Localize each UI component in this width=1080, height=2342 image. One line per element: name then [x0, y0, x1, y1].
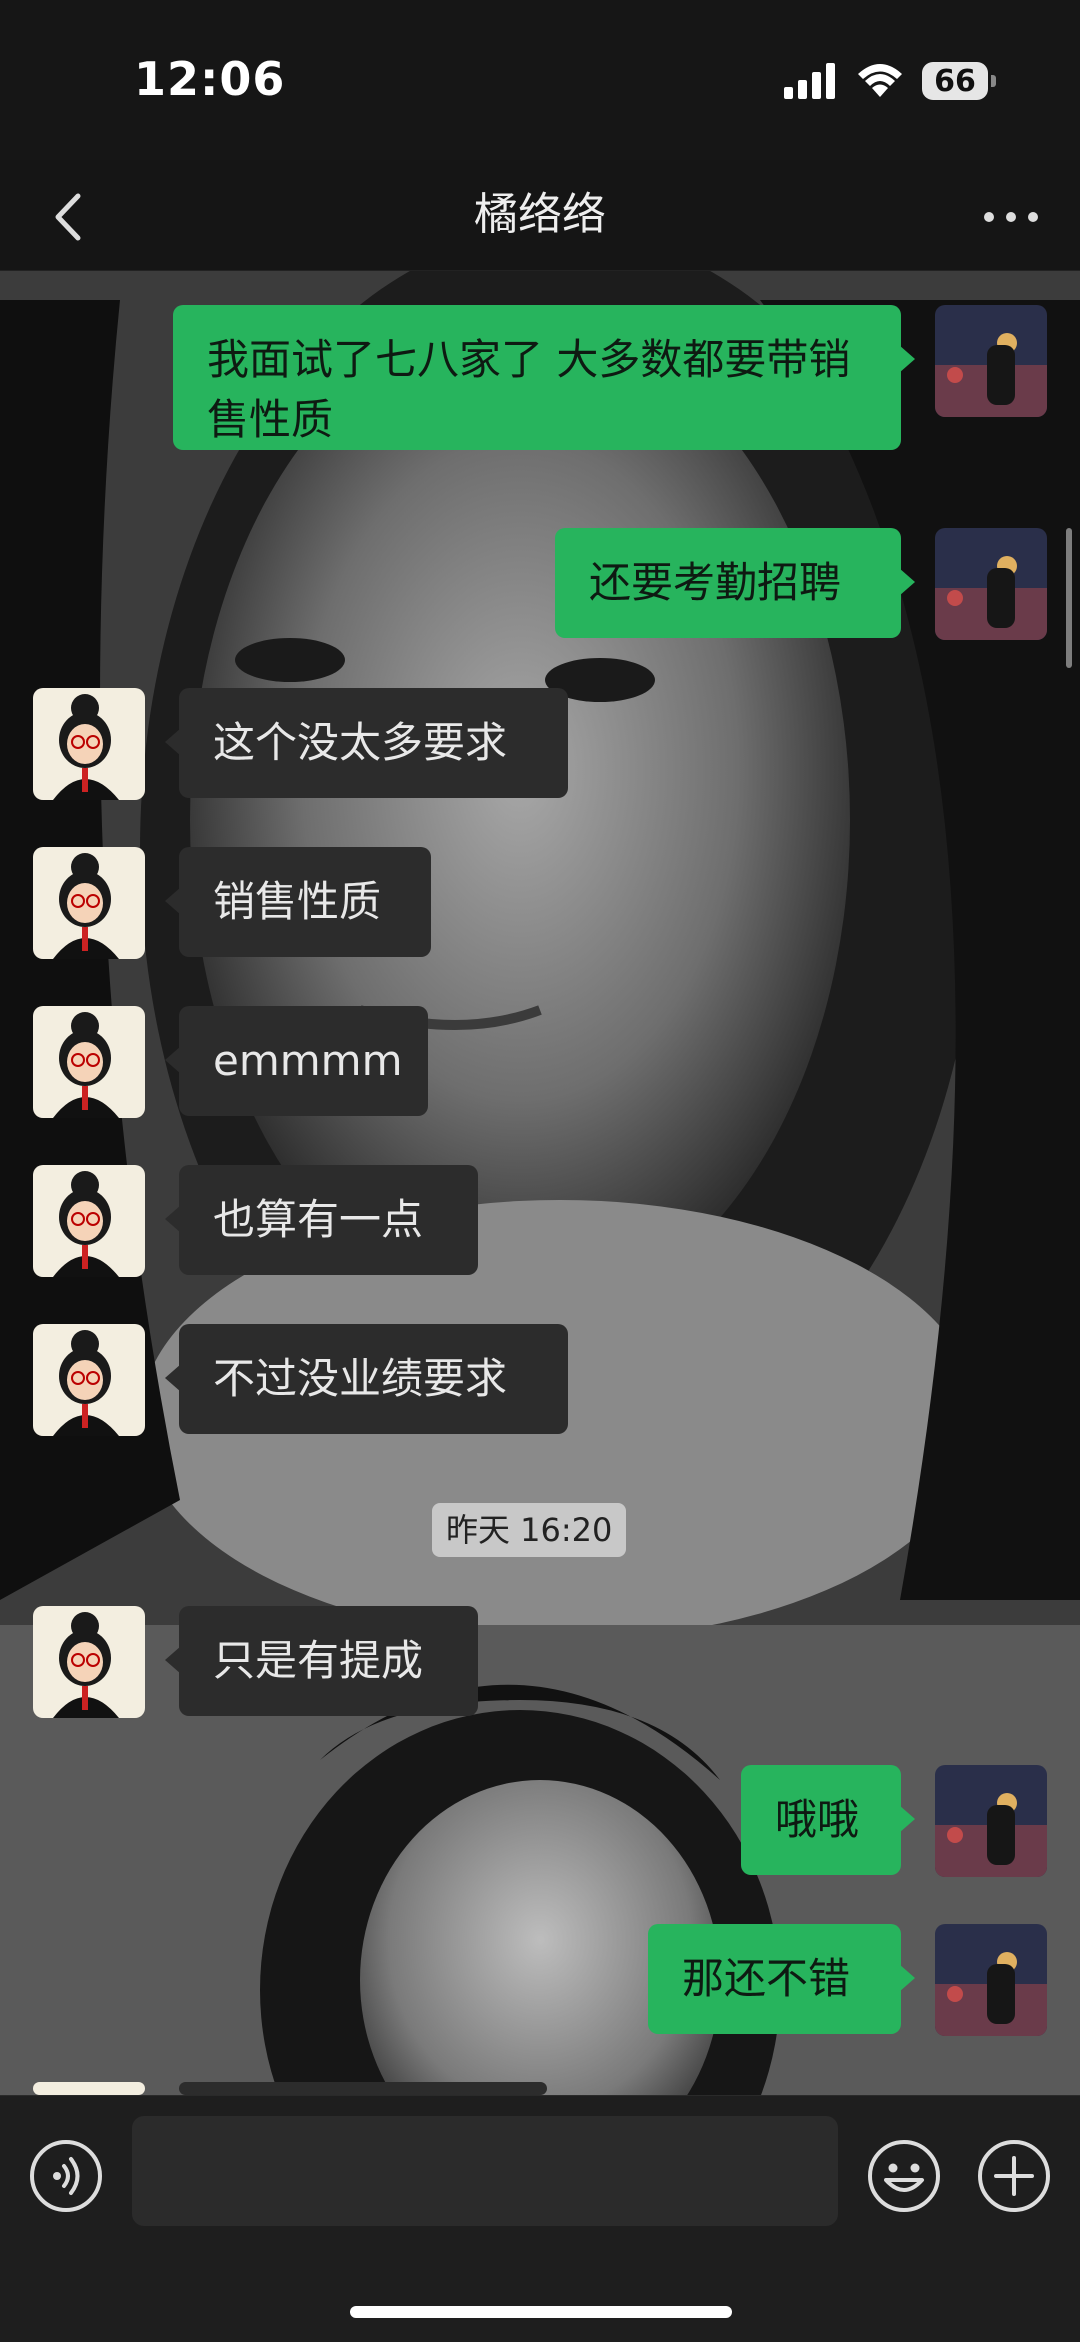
- timestamp-divider: 昨天 16:20: [432, 1503, 627, 1557]
- contact-avatar[interactable]: [33, 1324, 145, 1436]
- more-dots-icon: [984, 212, 1038, 222]
- emoji-button[interactable]: [866, 2138, 942, 2214]
- plus-button[interactable]: [976, 2138, 1052, 2214]
- contact-avatar-cartoon: [33, 847, 145, 959]
- contact-avatar-cartoon: [33, 2082, 145, 2095]
- my-avatar[interactable]: [935, 305, 1047, 417]
- emoji-icon: [868, 2140, 940, 2212]
- contact-avatar[interactable]: [33, 2082, 145, 2095]
- outgoing-message[interactable]: 我面试了七八家了 大多数都要带销售性质: [173, 305, 915, 450]
- status-bar: 12:06 66: [0, 0, 1080, 160]
- contact-avatar[interactable]: [33, 1165, 145, 1277]
- incoming-message-partial[interactable]: [179, 2082, 547, 2095]
- voice-icon: [30, 2140, 102, 2212]
- message-input[interactable]: [132, 2116, 838, 2226]
- my-avatar[interactable]: [935, 1924, 1047, 2036]
- plus-icon: [978, 2140, 1050, 2212]
- incoming-message[interactable]: 销售性质: [165, 847, 431, 957]
- contact-avatar-cartoon: [33, 1324, 145, 1436]
- input-bar: [0, 2095, 1080, 2342]
- incoming-message[interactable]: 不过没业绩要求: [165, 1324, 568, 1434]
- contact-avatar-cartoon: [33, 688, 145, 800]
- contact-avatar[interactable]: [33, 1606, 145, 1718]
- signal-icon: [784, 63, 835, 99]
- my-avatar-photo: [935, 1765, 1047, 1877]
- my-avatar-photo: [935, 305, 1047, 417]
- wifi-icon: [858, 64, 902, 97]
- outgoing-message[interactable]: 那还不错: [648, 1924, 915, 2034]
- contact-avatar-cartoon: [33, 1165, 145, 1277]
- message-list[interactable]: 我面试了七八家了 大多数都要带销售性质 还要考勤招聘 这个没太多要求 销售性质 …: [0, 270, 1080, 2095]
- status-icons: 66: [784, 56, 996, 106]
- scrollbar[interactable]: [1066, 528, 1072, 668]
- status-time: 12:06: [134, 52, 286, 106]
- outgoing-message[interactable]: 还要考勤招聘: [555, 528, 915, 638]
- contact-avatar-cartoon: [33, 1006, 145, 1118]
- incoming-message[interactable]: 只是有提成: [165, 1606, 478, 1716]
- chat-title: 橘络络: [474, 189, 606, 240]
- contact-avatar[interactable]: [33, 1006, 145, 1118]
- incoming-message[interactable]: 也算有一点: [165, 1165, 478, 1275]
- voice-button[interactable]: [28, 2138, 104, 2214]
- home-indicator[interactable]: [350, 2306, 732, 2318]
- my-avatar[interactable]: [935, 1765, 1047, 1877]
- my-avatar[interactable]: [935, 528, 1047, 640]
- incoming-message[interactable]: emmmm: [165, 1006, 428, 1116]
- contact-avatar[interactable]: [33, 847, 145, 959]
- battery-indicator: 66: [922, 62, 996, 100]
- contact-avatar[interactable]: [33, 688, 145, 800]
- chat-header: 橘络络: [0, 160, 1080, 271]
- more-button[interactable]: [976, 182, 1046, 252]
- my-avatar-photo: [935, 528, 1047, 640]
- incoming-message[interactable]: 这个没太多要求: [165, 688, 568, 798]
- contact-avatar-cartoon: [33, 1606, 145, 1718]
- outgoing-message[interactable]: 哦哦: [741, 1765, 915, 1875]
- my-avatar-photo: [935, 1924, 1047, 2036]
